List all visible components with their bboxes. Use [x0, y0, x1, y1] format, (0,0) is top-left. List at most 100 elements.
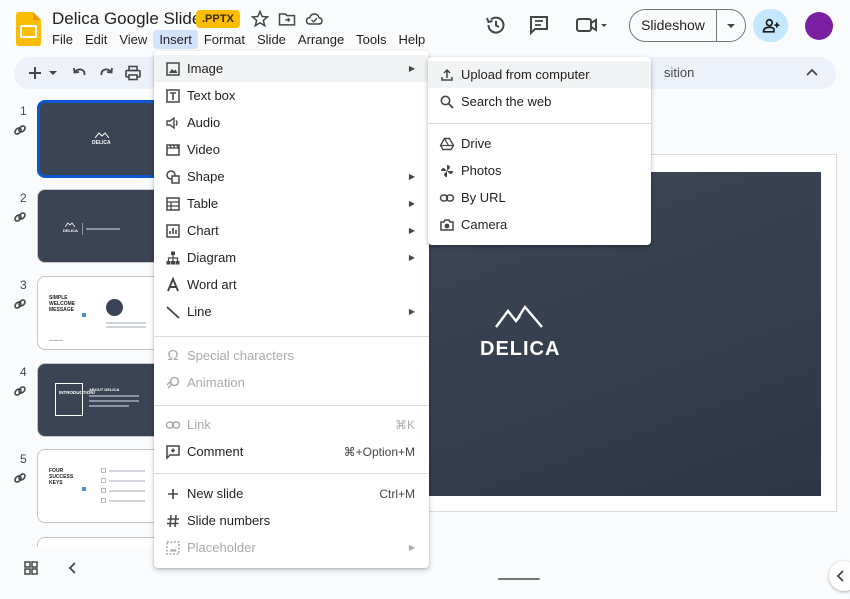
- menu-item-text-box[interactable]: Text box: [154, 82, 429, 109]
- placeholder-text-line: [89, 405, 129, 407]
- submenu-item-upload[interactable]: Upload from computer: [428, 61, 651, 88]
- camera-icon: [440, 218, 454, 231]
- menu-item-image[interactable]: Image ▶: [154, 55, 429, 82]
- redo-icon[interactable]: [98, 64, 116, 82]
- menu-bar: File Edit View Insert Format Slide Arran…: [46, 30, 431, 49]
- slideshow-button[interactable]: Slideshow: [629, 9, 746, 42]
- menu-separator: [154, 336, 429, 337]
- print-icon[interactable]: [124, 64, 142, 82]
- menu-item-label: Table: [187, 196, 219, 211]
- link-icon: [439, 193, 455, 202]
- menu-item-line[interactable]: Line ▶: [154, 298, 429, 325]
- mountain-logo-icon: [65, 222, 75, 227]
- linked-slide-icon: [14, 473, 26, 483]
- line-icon: [166, 305, 180, 319]
- menu-item-label: Slide numbers: [187, 513, 271, 528]
- submenu-item-by-url[interactable]: By URL: [428, 184, 651, 211]
- menu-item-link[interactable]: Link ⌘K: [154, 411, 429, 438]
- menu-item-table[interactable]: Table ▶: [154, 190, 429, 217]
- mountain-logo-icon: [95, 132, 109, 138]
- menu-item-animation[interactable]: Animation: [154, 369, 429, 396]
- menu-item-placeholder[interactable]: Placeholder ▶: [154, 534, 429, 561]
- star-icon[interactable]: [250, 9, 270, 29]
- menu-help[interactable]: Help: [393, 30, 432, 49]
- meet-video-icon[interactable]: [575, 13, 611, 37]
- menu-format[interactable]: Format: [198, 30, 251, 49]
- menu-file[interactable]: File: [46, 30, 79, 49]
- cloud-saved-icon[interactable]: [304, 9, 324, 29]
- share-button[interactable]: [753, 9, 788, 42]
- submenu-arrow-icon: ▶: [408, 253, 415, 262]
- menu-item-label: Comment: [187, 444, 244, 459]
- submenu-item-photos[interactable]: Photos: [428, 157, 651, 184]
- menu-item-chart[interactable]: Chart ▶: [154, 217, 429, 244]
- diagram-icon: [166, 251, 180, 264]
- move-folder-icon[interactable]: [277, 9, 297, 29]
- grid-view-icon[interactable]: [23, 560, 39, 576]
- submenu-arrow-icon: ▶: [408, 226, 415, 235]
- key-box: [101, 478, 106, 483]
- menu-edit[interactable]: Edit: [79, 30, 113, 49]
- document-title[interactable]: Delica Google Slide: [52, 9, 201, 29]
- slide-thumbnail-6-partial[interactable]: [37, 537, 162, 547]
- menu-item-slide-numbers[interactable]: Slide numbers: [154, 507, 429, 534]
- toolbar-position-label[interactable]: sition: [664, 65, 694, 80]
- speaker-notes-handle[interactable]: [498, 578, 540, 580]
- new-slide-dropdown-icon[interactable]: [48, 64, 58, 82]
- slide-thumb-subtitle: ABOUT DELICA: [89, 387, 120, 392]
- undo-icon[interactable]: [70, 64, 88, 82]
- slide-thumb-title: INTRODUCTION!: [59, 390, 95, 395]
- menu-item-special-characters[interactable]: Ω Special characters: [154, 342, 429, 369]
- menu-item-word-art[interactable]: Word art: [154, 271, 429, 298]
- slide-thumbnail-5[interactable]: FOUR SUCCESS KEYS: [37, 449, 162, 523]
- submenu-item-camera[interactable]: Camera: [428, 211, 651, 238]
- slide-brand-title[interactable]: DELICA: [480, 338, 560, 361]
- add-person-icon: [762, 18, 779, 33]
- linked-slide-icon: [14, 386, 26, 396]
- menu-item-shape[interactable]: Shape ▶: [154, 163, 429, 190]
- slideshow-label[interactable]: Slideshow: [630, 10, 717, 41]
- menu-tools[interactable]: Tools: [350, 30, 392, 49]
- menu-view[interactable]: View: [113, 30, 153, 49]
- submenu-item-drive[interactable]: Drive: [428, 130, 651, 157]
- chevron-up-icon[interactable]: [803, 64, 821, 82]
- slide-thumbnail-2[interactable]: DELICA: [37, 189, 162, 263]
- menu-arrange[interactable]: Arrange: [292, 30, 350, 49]
- comments-icon[interactable]: [527, 13, 551, 37]
- submenu-arrow-icon: ▶: [408, 64, 415, 73]
- user-avatar[interactable]: [805, 12, 833, 40]
- slide-thumbnail-4[interactable]: INTRODUCTION! ABOUT DELICA: [37, 363, 162, 437]
- menu-item-diagram[interactable]: Diagram ▶: [154, 244, 429, 271]
- chevron-left-icon[interactable]: [65, 560, 81, 576]
- version-history-icon[interactable]: [484, 13, 508, 37]
- placeholder-text-line: [106, 322, 146, 324]
- hash-icon: [167, 514, 179, 527]
- slides-logo-icon[interactable]: [16, 12, 41, 46]
- menu-item-label: By URL: [461, 190, 506, 205]
- menu-slide[interactable]: Slide: [251, 30, 292, 49]
- slide-thumbnail-1[interactable]: DELICA: [37, 100, 162, 178]
- mountain-logo-icon: [495, 304, 543, 328]
- placeholder-text-line: [109, 490, 145, 492]
- divider: [82, 223, 83, 235]
- menu-item-label: Upload from computer: [461, 67, 590, 82]
- accent-mark: [82, 313, 86, 317]
- upload-icon: [441, 68, 453, 81]
- menu-item-new-slide[interactable]: New slide Ctrl+M: [154, 480, 429, 507]
- side-panel-toggle[interactable]: [829, 561, 850, 591]
- menu-item-video[interactable]: Video: [154, 136, 429, 163]
- placeholder-text-line: [106, 326, 146, 328]
- slideshow-dropdown[interactable]: [717, 20, 745, 32]
- menu-item-label: New slide: [187, 486, 244, 501]
- new-slide-plus-icon[interactable]: [26, 64, 44, 82]
- menu-item-label: Link: [187, 417, 211, 432]
- menu-item-label: Animation: [187, 375, 245, 390]
- menu-item-label: Line: [187, 304, 212, 319]
- submenu-item-search-web[interactable]: Search the web: [428, 88, 651, 115]
- menu-item-label: Word art: [187, 277, 237, 292]
- slide-thumbnail-3[interactable]: SIMPLE WELCOME MESSAGE: [37, 276, 162, 350]
- menu-item-audio[interactable]: Audio: [154, 109, 429, 136]
- placeholder-icon: [166, 540, 180, 555]
- menu-item-comment[interactable]: Comment ⌘+Option+M: [154, 438, 429, 465]
- menu-insert[interactable]: Insert: [153, 30, 198, 49]
